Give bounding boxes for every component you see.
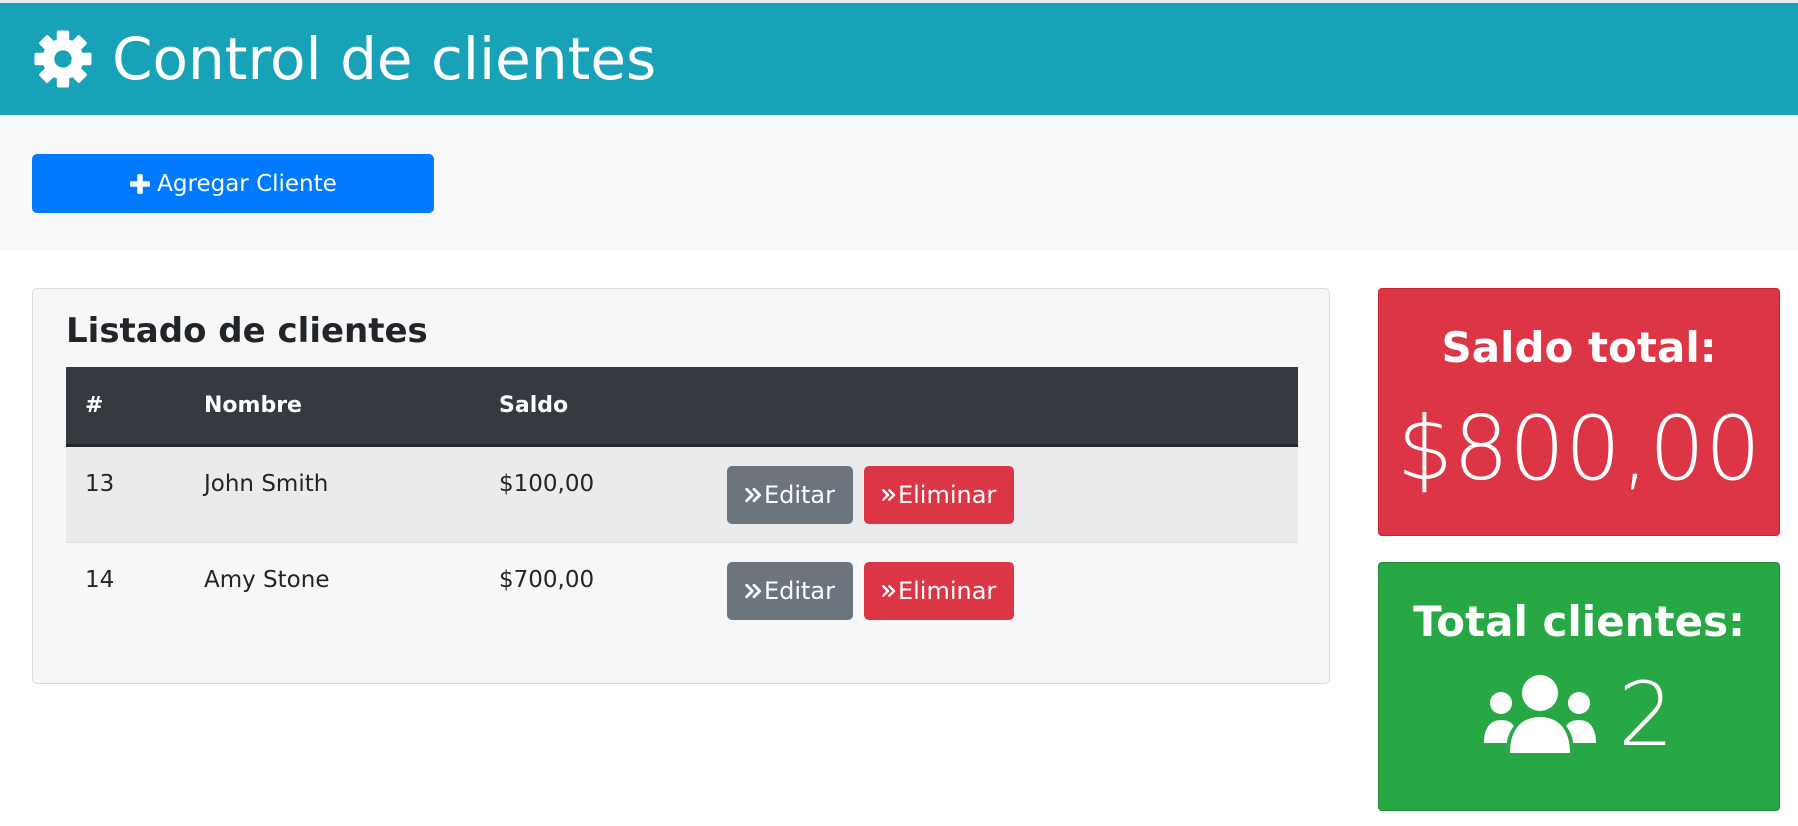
cell-id: 13 bbox=[85, 470, 115, 497]
toolbar: Agregar Cliente bbox=[0, 115, 1798, 251]
gear-icon bbox=[34, 30, 92, 88]
edit-label: Editar bbox=[763, 576, 835, 605]
plus-icon bbox=[130, 173, 151, 194]
total-clients-title: Total clientes: bbox=[1413, 597, 1745, 646]
users-icon bbox=[1484, 675, 1596, 753]
client-list-card: Listado de clientes # Nombre Saldo 13 Jo… bbox=[32, 288, 1330, 684]
total-balance-value: $800,00 bbox=[1397, 397, 1761, 500]
column-header-id: # bbox=[66, 367, 185, 447]
client-list-title: Listado de clientes bbox=[66, 311, 428, 351]
cell-actions: Editar Eliminar bbox=[708, 445, 1298, 542]
total-balance-card: Saldo total: $800,00 bbox=[1378, 288, 1780, 536]
app-header: Control de clientes bbox=[0, 3, 1798, 115]
delete-label: Eliminar bbox=[897, 480, 997, 509]
cell-saldo: $700,00 bbox=[499, 566, 595, 593]
double-chevron-right-icon bbox=[745, 583, 762, 598]
edit-label: Editar bbox=[763, 480, 835, 509]
total-clients-value: 2 bbox=[1618, 663, 1674, 766]
cell-name: Amy Stone bbox=[204, 566, 330, 593]
edit-button[interactable]: Editar bbox=[727, 561, 853, 620]
double-chevron-right-icon bbox=[745, 487, 762, 502]
column-header-saldo: Saldo bbox=[480, 367, 708, 447]
cell-saldo: $100,00 bbox=[499, 470, 595, 497]
table-row: 14 Amy Stone $700,00 Editar Eliminar bbox=[66, 542, 1298, 639]
cell-actions: Editar Eliminar bbox=[708, 542, 1298, 639]
add-client-button[interactable]: Agregar Cliente bbox=[32, 154, 434, 213]
delete-label: Eliminar bbox=[897, 576, 997, 605]
table-row: 13 John Smith $100,00 Editar Eliminar bbox=[66, 445, 1298, 542]
column-header-name: Nombre bbox=[185, 367, 480, 447]
delete-button[interactable]: Eliminar bbox=[864, 465, 1015, 524]
total-clients-card: Total clientes: 2 bbox=[1378, 562, 1780, 811]
double-chevron-right-icon bbox=[882, 584, 896, 597]
total-clients-row: 2 bbox=[1379, 671, 1779, 759]
client-table: # Nombre Saldo 13 John Smith $100,00 Edi… bbox=[66, 367, 1298, 639]
page-title: Control de clientes bbox=[112, 25, 657, 93]
cell-name: John Smith bbox=[204, 470, 329, 497]
delete-button[interactable]: Eliminar bbox=[864, 561, 1015, 620]
cell-id: 14 bbox=[85, 566, 115, 593]
table-header-row: # Nombre Saldo bbox=[66, 367, 1298, 447]
total-balance-title: Saldo total: bbox=[1441, 323, 1717, 372]
edit-button[interactable]: Editar bbox=[727, 465, 853, 524]
add-client-label: Agregar Cliente bbox=[157, 170, 337, 197]
column-header-actions bbox=[708, 367, 1298, 447]
double-chevron-right-icon bbox=[882, 488, 896, 501]
